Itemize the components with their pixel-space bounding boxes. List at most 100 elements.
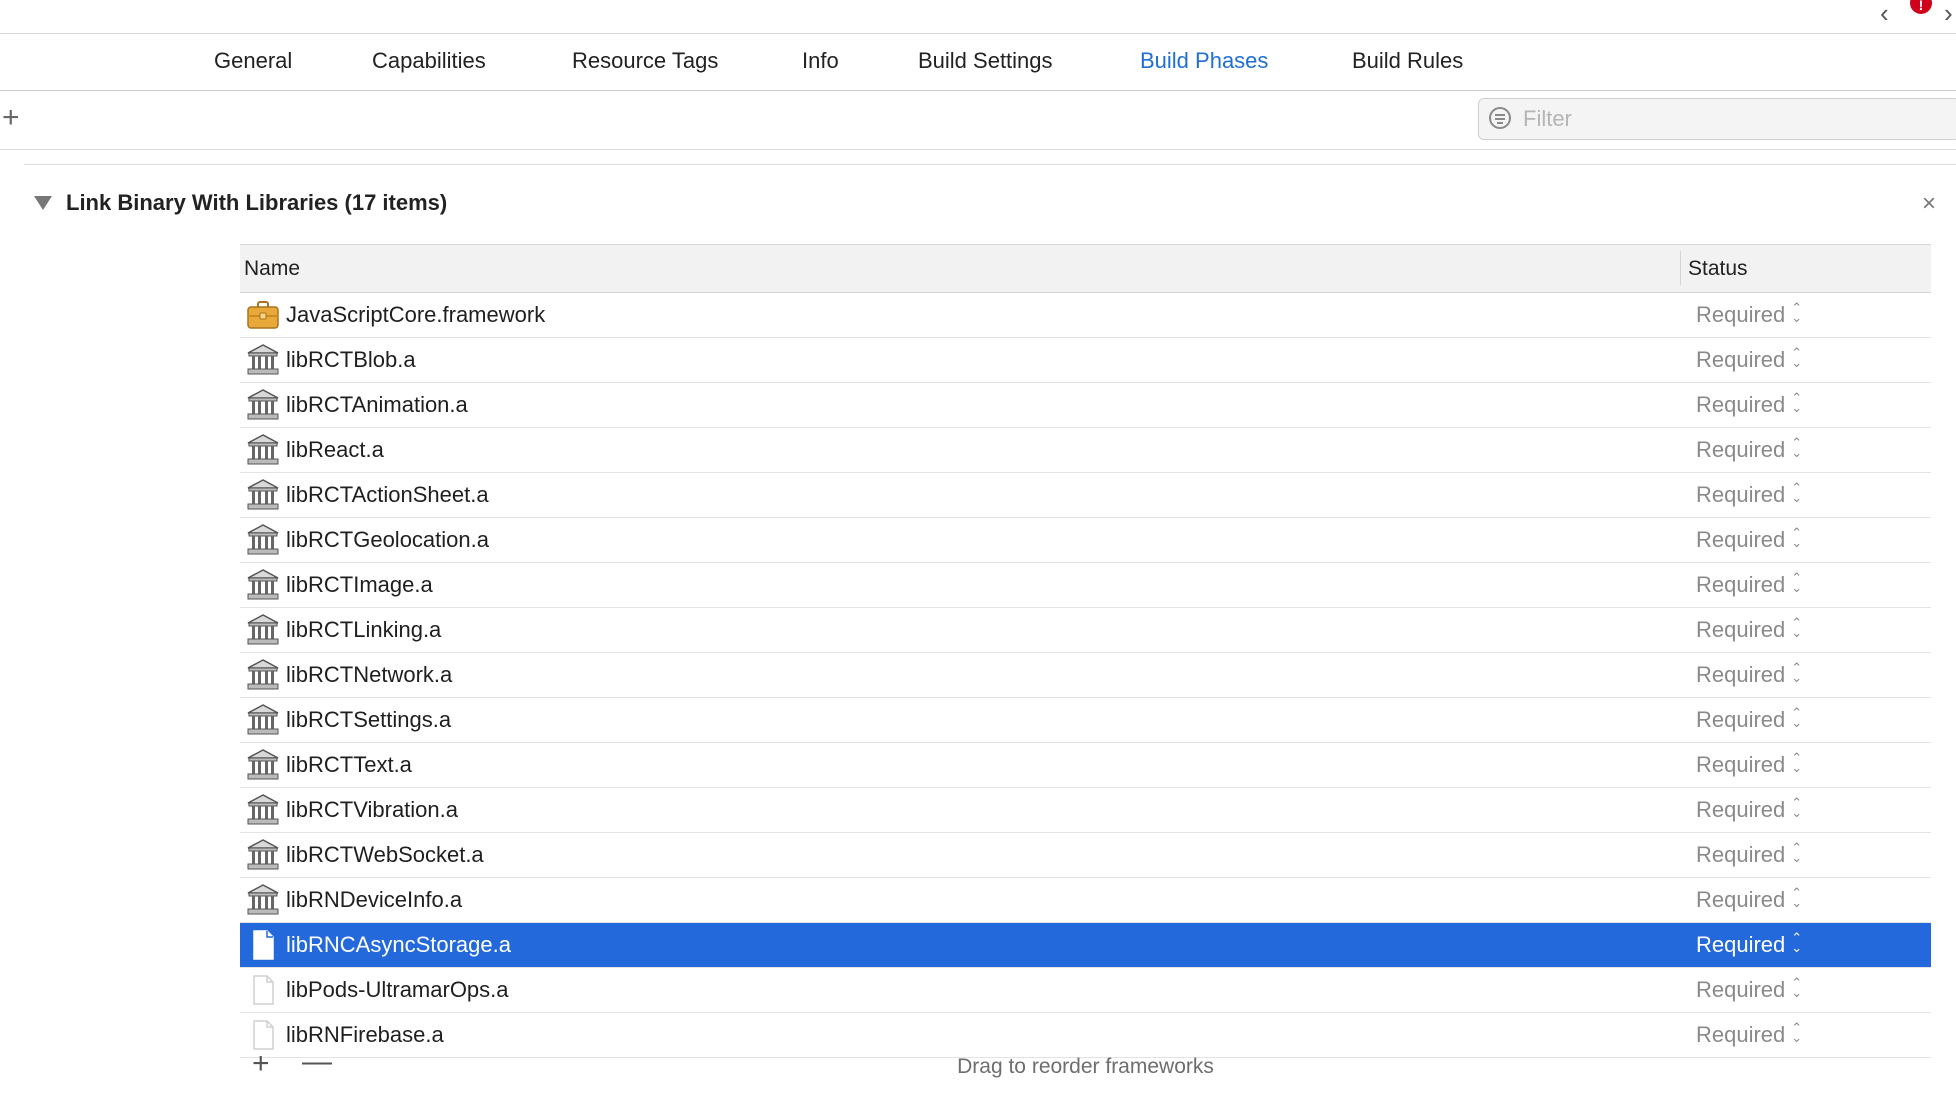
- popup-stepper-icon: ⌃ ⌄: [1791, 930, 1803, 956]
- popup-stepper-icon: ⌃ ⌄: [1791, 1020, 1803, 1046]
- library-name: libRNCAsyncStorage.a: [286, 932, 511, 957]
- status-popup[interactable]: Required ⌃ ⌄: [1696, 346, 1802, 373]
- table-row[interactable]: libPods-UltramarOps.a Required ⌃ ⌄: [240, 968, 1931, 1013]
- status-popup[interactable]: Required ⌃ ⌄: [1696, 526, 1802, 553]
- status-popup[interactable]: Required ⌃ ⌄: [1696, 436, 1802, 463]
- status-value: Required: [1696, 392, 1786, 417]
- popup-stepper-icon: ⌃ ⌄: [1791, 390, 1803, 416]
- table-row[interactable]: libRCTActionSheet.a Required ⌃ ⌄: [240, 473, 1931, 518]
- table-row[interactable]: libRCTImage.a Required ⌃ ⌄: [240, 563, 1931, 608]
- table-row[interactable]: libRCTVibration.a Required ⌃ ⌄: [240, 788, 1931, 833]
- library-name: JavaScriptCore.framework: [286, 302, 546, 327]
- filter-input[interactable]: [1521, 105, 1945, 133]
- status-popup[interactable]: Required ⌃ ⌄: [1696, 795, 1803, 823]
- status-value: Required: [1696, 707, 1786, 732]
- column-header-name[interactable]: Name: [244, 257, 300, 281]
- popup-stepper-icon: ⌃ ⌄: [1791, 570, 1803, 596]
- library-building-icon: [246, 343, 280, 377]
- status-popup[interactable]: Required ⌃ ⌄: [1696, 751, 1802, 778]
- status-popup[interactable]: Required ⌃ ⌄: [1696, 481, 1802, 508]
- tab-build-phases[interactable]: Build Phases: [1140, 48, 1268, 74]
- popup-stepper-icon: ⌃ ⌄: [1791, 705, 1803, 731]
- status-value: Required: [1696, 527, 1786, 552]
- tab-resource-tags[interactable]: Resource Tags: [572, 48, 718, 74]
- library-name: libRCTAnimation.a: [286, 392, 468, 417]
- table-row[interactable]: libRCTText.a Required ⌃ ⌄: [240, 743, 1931, 788]
- table-footer: + — Drag to reorder frameworks: [240, 1043, 1931, 1089]
- tab-capabilities[interactable]: Capabilities: [372, 48, 486, 74]
- library-name: libRCTVibration.a: [286, 797, 459, 822]
- status-popup[interactable]: Required ⌃ ⌄: [1696, 300, 1803, 328]
- close-icon[interactable]: ×: [1922, 190, 1936, 218]
- status-value: Required: [1696, 932, 1786, 957]
- status-value: Required: [1696, 437, 1786, 462]
- error-badge-icon[interactable]: !: [1910, 0, 1932, 14]
- popup-stepper-icon: ⌃ ⌄: [1791, 660, 1803, 686]
- window-top-bar: ‹ ! ›: [0, 0, 1956, 34]
- table-row[interactable]: libRCTNetwork.a Required ⌃ ⌄: [240, 653, 1931, 698]
- table-row[interactable]: libRNCAsyncStorage.a Required ⌃ ⌄: [240, 923, 1931, 968]
- tab-build-settings[interactable]: Build Settings: [918, 48, 1053, 74]
- status-value: Required: [1696, 797, 1786, 822]
- library-building-icon: [246, 388, 280, 422]
- add-build-phase-button[interactable]: +: [2, 101, 20, 135]
- disclosure-triangle-icon[interactable]: [34, 196, 52, 210]
- library-building-icon: [246, 748, 280, 782]
- popup-stepper-icon: ⌃ ⌄: [1791, 615, 1803, 641]
- reorder-hint: Drag to reorder frameworks: [957, 1055, 1214, 1078]
- library-building-icon: [246, 703, 280, 737]
- status-value: Required: [1696, 662, 1786, 687]
- library-building-icon: [246, 523, 280, 557]
- popup-stepper-icon: ⌃ ⌄: [1791, 975, 1803, 1001]
- build-phases-toolbar: +: [0, 91, 1956, 150]
- framework-toolbox-icon: [246, 298, 280, 332]
- filter-field[interactable]: [1478, 98, 1956, 140]
- table-row[interactable]: libRCTLinking.a Required ⌃ ⌄: [240, 608, 1931, 653]
- tab-info[interactable]: Info: [802, 48, 839, 74]
- table-row[interactable]: libRCTGeolocation.a Required ⌃ ⌄: [240, 518, 1931, 563]
- status-value: Required: [1696, 302, 1786, 327]
- popup-stepper-icon: ⌃ ⌄: [1791, 300, 1803, 326]
- back-arrow-icon[interactable]: ‹: [1880, 0, 1889, 29]
- status-value: Required: [1696, 482, 1786, 507]
- column-header-status[interactable]: Status: [1688, 257, 1748, 281]
- table-row[interactable]: JavaScriptCore.framework Required ⌃ ⌄: [240, 293, 1931, 338]
- status-value: Required: [1696, 977, 1786, 1002]
- table-row[interactable]: libRCTAnimation.a Required ⌃ ⌄: [240, 383, 1931, 428]
- tab-build-rules[interactable]: Build Rules: [1352, 48, 1463, 74]
- status-popup[interactable]: Required ⌃ ⌄: [1696, 660, 1803, 688]
- table-row[interactable]: libReact.a Required ⌃ ⌄: [240, 428, 1931, 473]
- table-row[interactable]: libRCTSettings.a Required ⌃ ⌄: [240, 698, 1931, 743]
- table-row[interactable]: libRCTWebSocket.a Required ⌃ ⌄: [240, 833, 1931, 878]
- status-popup[interactable]: Required ⌃ ⌄: [1696, 886, 1802, 913]
- phase-title: Link Binary With Libraries (17 items): [66, 190, 448, 215]
- table-body: JavaScriptCore.framework Required ⌃ ⌄ libRCT…: [240, 293, 1931, 1058]
- status-popup[interactable]: Required ⌃ ⌄: [1696, 615, 1803, 643]
- blank-file-icon: [246, 973, 280, 1007]
- library-name: libRCTBlob.a: [286, 347, 416, 372]
- tab-general[interactable]: General: [214, 48, 292, 74]
- library-building-icon: [246, 793, 280, 827]
- status-value: Required: [1696, 617, 1786, 642]
- filter-icon: [1489, 107, 1511, 129]
- status-popup[interactable]: Required ⌃ ⌄: [1696, 705, 1803, 733]
- table-row[interactable]: libRCTBlob.a Required ⌃ ⌄: [240, 338, 1931, 383]
- libraries-table: Name Status JavaScriptCore.framework Requ…: [240, 244, 1931, 1058]
- popup-stepper-icon: ⌃ ⌄: [1791, 795, 1803, 821]
- table-header: Name Status: [240, 244, 1931, 293]
- status-value: Required: [1696, 887, 1786, 912]
- status-popup[interactable]: Required ⌃ ⌄: [1696, 975, 1803, 1003]
- forward-arrow-icon[interactable]: ›: [1944, 0, 1953, 29]
- status-popup[interactable]: Required ⌃ ⌄: [1696, 570, 1803, 598]
- status-popup[interactable]: Required ⌃ ⌄: [1696, 390, 1803, 418]
- library-name: libRNDeviceInfo.a: [286, 887, 463, 912]
- table-row[interactable]: libRNDeviceInfo.a Required ⌃ ⌄: [240, 878, 1931, 923]
- library-name: libRCTText.a: [286, 752, 412, 777]
- status-popup[interactable]: Required ⌃ ⌄: [1696, 930, 1803, 958]
- status-popup[interactable]: Required ⌃ ⌄: [1696, 841, 1802, 868]
- blank-file-icon: [246, 928, 280, 962]
- library-name: libRCTGeolocation.a: [286, 527, 489, 552]
- library-name: libReact.a: [286, 437, 384, 462]
- status-value: Required: [1696, 347, 1786, 372]
- library-name: libRCTLinking.a: [286, 617, 442, 642]
